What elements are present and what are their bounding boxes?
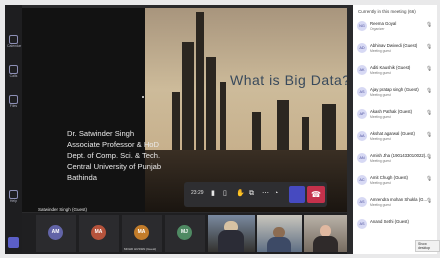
mic-off-icon: 🎙 [426, 66, 433, 72]
mouse-cursor-dot [142, 96, 144, 98]
speaker-caption: Satwinder Singh (Guest) [38, 207, 88, 212]
avatar: AK [357, 65, 367, 75]
files-icon[interactable]: Files [7, 95, 20, 108]
participant-strip: AM MA MA MOHD HUSSIN (Guest) MJ [22, 213, 347, 254]
building [252, 112, 261, 152]
presenter-info: Dr. Satwinder Singh Associate Professor … [67, 128, 177, 183]
mic-off-icon: 🎙 [426, 44, 433, 50]
raise-hand-icon[interactable]: ✋ [236, 190, 245, 198]
mic-off-icon: 🎙 [426, 198, 433, 204]
leave-button[interactable]: ☎ [307, 186, 325, 203]
building [220, 82, 226, 152]
mic-off-icon: 🎙 [426, 154, 433, 160]
mic-off-icon: 🎙 [426, 110, 433, 116]
participant-tile[interactable]: MA [79, 215, 119, 252]
person-body [218, 230, 244, 252]
more-icon[interactable]: ⋯ [262, 190, 269, 198]
shared-slide: What is Big Data? Dr. Satwinder Singh As… [22, 8, 347, 212]
person-body [267, 237, 291, 252]
avatar: MJ [177, 225, 192, 240]
calendar-icon[interactable]: Calendar [7, 35, 21, 48]
video-tile[interactable] [208, 215, 255, 252]
building [182, 42, 194, 152]
building [322, 104, 336, 152]
avatar: NG [357, 21, 367, 31]
mic-off-icon: 🎙 [426, 88, 433, 94]
presenter-line: Associate Professor & HoD [67, 140, 160, 149]
help-icon[interactable]: Help [7, 190, 20, 203]
slide-title-part2: Data? [310, 72, 347, 88]
roster-row[interactable]: AC Amit Chugh (Guest) Meeting guest 🎙 [357, 173, 435, 189]
roster-row[interactable]: AA Akshat agarwal (Guest) Meeting guest 🎙 [357, 129, 435, 145]
chat-icon[interactable]: ▯ [223, 190, 227, 198]
presenter-line: Dr. Satwinder Singh [67, 129, 135, 138]
participant-tile[interactable]: MA MOHD HUSSIN (Guest) [122, 215, 162, 252]
avatar: MA [91, 225, 106, 240]
mic-off-icon: 🎙 [426, 22, 433, 28]
video-tile[interactable] [304, 215, 347, 252]
roster-row[interactable]: NG Reema Goyal Organizer 🎙 [357, 19, 435, 35]
rooms-icon[interactable]: ⧉ [249, 190, 254, 198]
avatar: AS [357, 219, 367, 229]
camera-button[interactable] [289, 186, 305, 203]
participant-tile[interactable]: MJ [165, 215, 205, 252]
building [206, 57, 216, 152]
presenter-line: Bathinda [67, 173, 97, 182]
slide-title-part1: What is Big [230, 72, 307, 88]
avatar: AP [357, 109, 367, 119]
mic-off-icon: 🎙 [426, 132, 433, 138]
mic-off-icon: 🎙 [426, 176, 433, 182]
avatar: MA [134, 225, 149, 240]
avatar: AN [357, 153, 367, 163]
avatar: AC [357, 175, 367, 185]
roster-row[interactable]: AK Aditi Kaushik (Guest) Meeting guest 🎙 [357, 63, 435, 79]
presenter-line: Dept. of Comp. Sci. & Tech. [67, 151, 161, 160]
meeting-controls: 23:29 ▮ ▯ ✋ ⧉ ⋯ ◔ ☎ [184, 182, 327, 207]
avatar: AD [357, 43, 367, 53]
building [196, 12, 204, 152]
roster-row[interactable]: AN Amish Jha (1901433010022)... Meeting gu… [357, 151, 435, 167]
roster-row[interactable]: AS Anand Sethi (Guest) [357, 217, 435, 233]
avatar: AS [357, 197, 367, 207]
avatar: AA [357, 131, 367, 141]
presenter-line: Central University of Punjab [67, 162, 162, 171]
participants-icon[interactable]: ▮ [211, 190, 215, 198]
person-body [313, 236, 338, 252]
app-rail: Calendar Calls Files Help [5, 5, 22, 254]
show-desktop-tooltip: Show desktop [415, 240, 440, 252]
participant-name: MOHD HUSSIN (Guest) [124, 247, 157, 251]
avatar: AM [48, 225, 63, 240]
roster-row[interactable]: AP Akash Pathak (Guest) Meeting guest 🎙 [357, 107, 435, 123]
roster-row[interactable]: AS Ajay pratap singh (Guest) Meeting guest… [357, 85, 435, 101]
participant-tile[interactable]: AM [36, 215, 76, 252]
apps-icon[interactable] [8, 237, 19, 248]
teams-window: Calendar Calls Files Help What is Big Da… [5, 5, 437, 254]
phone-icon[interactable]: Calls [7, 65, 20, 78]
building [302, 117, 309, 152]
roster-row[interactable]: AD Abhinav Dwivedi (Guest) Meeting guest 🎙 [357, 41, 435, 57]
roster-header: Currently in this meeting (66) [358, 9, 416, 14]
share-icon[interactable]: ◔ [274, 190, 278, 198]
building [277, 100, 289, 152]
avatar: AS [357, 87, 367, 97]
slide-title: What is Big Data? [230, 72, 347, 88]
participants-panel: Currently in this meeting (66) NG Reema G… [353, 5, 437, 254]
video-tile[interactable] [257, 215, 302, 252]
meeting-timer: 23:29 [191, 190, 204, 196]
roster-row[interactable]: AS Amrendra mohan Shukla (G... Meeting gue… [357, 195, 435, 211]
